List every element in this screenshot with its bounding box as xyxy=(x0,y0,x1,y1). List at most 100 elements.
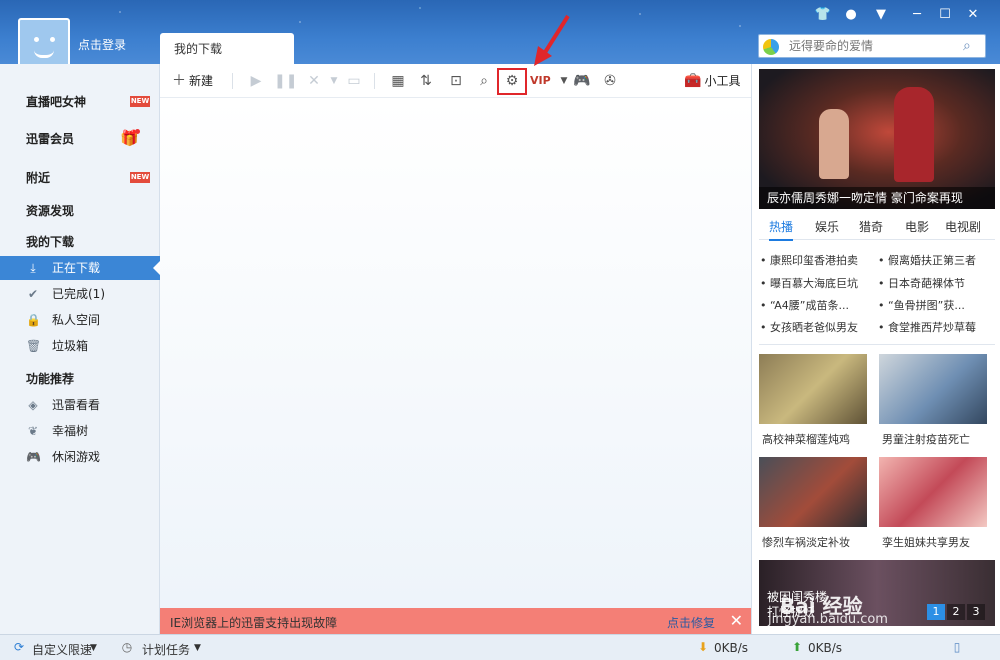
hero-figure xyxy=(819,109,849,179)
status-bar: ⟳ 自定义限速 ▼ ◷ 计划任务 ▼ ⬇ 0KB/s ⬆ 0KB/s ▯ xyxy=(0,634,1000,660)
thumbnail-caption[interactable]: 孪生姐妹共享男友 xyxy=(882,534,970,550)
pager-2[interactable]: 2 xyxy=(947,604,965,620)
sidebar-section-my-downloads: 我的下载 xyxy=(26,235,75,249)
toolbox-icon: 🧰 xyxy=(684,73,702,89)
pager-3[interactable]: 3 xyxy=(967,604,985,620)
vip-icon[interactable]: VIP xyxy=(530,71,551,91)
news-item[interactable]: • 食堂推西芹炒草莓 xyxy=(878,319,976,335)
gamepad-icon: 🎮 xyxy=(26,450,41,464)
sidebar-item-downloading[interactable]: ⤓ 正在下载 xyxy=(0,256,161,280)
close-icon[interactable]: ✕ xyxy=(730,611,743,630)
fix-link[interactable]: 点击修复 xyxy=(667,614,715,631)
speed-limit-dropdown[interactable]: 自定义限速 xyxy=(32,641,92,658)
main-panel: ＋新建 ▶ ❚❚ ✕ ▼ ▭ ▦ ⇅ ⊡ ⌕ ⚙ VIP ▼ 🎮 ✇ 🧰 小工具 … xyxy=(160,64,751,634)
sidebar-item-casual-games[interactable]: 🎮 休闲游戏 xyxy=(0,445,160,469)
tab-curious[interactable]: 猎奇 xyxy=(859,218,883,235)
search-box[interactable]: ⌕ xyxy=(758,34,986,58)
thumbnail-image[interactable] xyxy=(879,457,987,527)
tab-hot[interactable]: 热播 xyxy=(769,218,794,241)
download-speed: 0KB/s xyxy=(714,641,749,655)
sidebar-item-label: 休闲游戏 xyxy=(52,450,101,464)
open-folder-button[interactable]: ▭ xyxy=(344,71,364,91)
clock-icon: ◷ xyxy=(121,640,133,654)
upload-speed-icon: ⬆ xyxy=(791,640,803,654)
sidebar-item-nearby[interactable]: 附近 NEW xyxy=(0,166,160,190)
news-item[interactable]: • 康熙印玺香港拍卖 xyxy=(760,252,858,268)
search-tasks-button[interactable]: ⌕ xyxy=(474,71,494,91)
toolbar-divider xyxy=(232,73,233,89)
thumbnail-image[interactable] xyxy=(759,457,867,527)
sidebar-item-label: 正在下载 xyxy=(52,261,101,275)
news-item[interactable]: • “A4腰”成苗条... xyxy=(760,297,849,313)
grid-view-button[interactable]: ▦ xyxy=(388,71,408,91)
single-task-button[interactable]: ⊡ xyxy=(446,71,466,91)
download-list-empty xyxy=(160,99,751,608)
news-item[interactable]: • “鱼骨拼图”获... xyxy=(878,297,965,313)
shirt-icon[interactable]: 👕 xyxy=(812,6,834,24)
avatar-mouth xyxy=(34,50,54,58)
title-bar: 点击登录 👕 ● ▼ ─ ☐ ✕ ⌕ xyxy=(0,0,1000,70)
chevron-down-icon[interactable]: ▼ xyxy=(90,643,97,653)
speed-limit-icon: ⟳ xyxy=(13,640,25,654)
new-badge: NEW xyxy=(130,96,150,107)
sidebar-item-trash[interactable]: 🗑 垃圾箱 xyxy=(0,334,160,358)
sidebar-section-features: 功能推荐 xyxy=(26,372,75,386)
news-item[interactable]: • 女孩晒老爸似男友 xyxy=(760,319,858,335)
new-task-button[interactable]: ＋新建 xyxy=(172,71,213,91)
close-icon[interactable]: ✕ xyxy=(962,6,984,24)
tab-movies[interactable]: 电影 xyxy=(905,218,929,235)
delete-button[interactable]: ✕ xyxy=(304,71,324,91)
sidebar-item-resource-discovery[interactable]: 资源发现 xyxy=(0,199,160,223)
trash-icon: 🗑 xyxy=(26,339,42,353)
sidebar-item-live-goddess[interactable]: 直播吧女神 NEW xyxy=(0,90,160,114)
tab-tv[interactable]: 电视剧 xyxy=(945,218,981,235)
sidebar-item-label: 迅雷会员 xyxy=(26,132,75,146)
news-item[interactable]: • 假离婚扶正第三者 xyxy=(878,252,976,268)
tab-my-downloads[interactable]: 我的下载 xyxy=(160,33,294,64)
user-icon[interactable]: ● xyxy=(840,6,862,24)
news-item[interactable]: • 曝百慕大海底巨坑 xyxy=(760,275,858,291)
toolbar-divider xyxy=(374,73,375,89)
sidebar-item-label: 已完成(1) xyxy=(52,287,105,301)
chevron-down-icon[interactable]: ▼ xyxy=(194,643,201,653)
thumbnail-image[interactable] xyxy=(759,354,867,424)
thumbnail-caption[interactable]: 惨烈车祸淡定补妆 xyxy=(762,534,850,550)
vip-dropdown-chevron-icon[interactable]: ▼ xyxy=(554,71,574,91)
login-link[interactable]: 点击登录 xyxy=(78,36,126,53)
minimize-icon[interactable]: ─ xyxy=(906,6,928,24)
delete-dropdown-chevron-icon[interactable]: ▼ xyxy=(324,71,344,91)
thumbnail-caption[interactable]: 高校神菜榴莲炖鸡 xyxy=(762,431,850,447)
sidebar-item-private-space[interactable]: 🔒 私人空间 xyxy=(0,308,160,332)
sidebar-item-vip[interactable]: 迅雷会员 🎁 xyxy=(0,127,160,151)
settings-highlight-box xyxy=(497,68,527,95)
sidebar-item-xunlei-kankan[interactable]: ◈ 迅雷看看 xyxy=(0,393,160,417)
check-icon: ✔ xyxy=(27,287,39,301)
start-button[interactable]: ▶ xyxy=(246,71,266,91)
sidebar-item-label: 资源发现 xyxy=(26,204,75,218)
toolbar: ＋新建 ▶ ❚❚ ✕ ▼ ▭ ▦ ⇅ ⊡ ⌕ ⚙ VIP ▼ 🎮 ✇ 🧰 小工具 xyxy=(160,64,751,98)
maximize-icon[interactable]: ☐ xyxy=(934,6,956,24)
sidebar-item-happy-tree[interactable]: ❦ 幸福树 xyxy=(0,419,160,443)
search-icon[interactable]: ⌕ xyxy=(963,38,979,54)
sidebar-item-completed[interactable]: ✔ 已完成(1) xyxy=(0,282,160,306)
news-item[interactable]: • 日本奇葩裸体节 xyxy=(878,275,965,291)
pager-1[interactable]: 1 xyxy=(927,604,945,620)
sidebar-item-label: 附近 xyxy=(26,171,51,185)
thumbnail-image[interactable] xyxy=(879,354,987,424)
lock-icon: 🔒 xyxy=(26,313,41,327)
game-controller-icon[interactable]: 🎮 xyxy=(572,71,592,91)
tab-entertainment[interactable]: 娱乐 xyxy=(815,218,839,235)
film-reel-icon[interactable]: ✇ xyxy=(600,71,620,91)
panel-toggle-icon[interactable]: ▯ xyxy=(950,640,964,654)
pause-button[interactable]: ❚❚ xyxy=(274,71,297,91)
search-input[interactable] xyxy=(789,37,959,55)
tools-button[interactable]: 🧰 小工具 xyxy=(684,71,740,91)
hero-image[interactable]: 辰亦儒周秀娜一吻定情 豪门命案再现 xyxy=(759,69,995,209)
sort-button[interactable]: ⇅ xyxy=(416,71,436,91)
avatar[interactable] xyxy=(18,18,70,70)
upload-speed: 0KB/s xyxy=(808,641,843,655)
menu-icon[interactable]: ▼ xyxy=(870,6,892,24)
thumbnail-caption[interactable]: 男童注射疫苗死亡 xyxy=(882,431,970,447)
new-badge: NEW xyxy=(130,172,150,183)
schedule-dropdown[interactable]: 计划任务 xyxy=(142,641,190,658)
